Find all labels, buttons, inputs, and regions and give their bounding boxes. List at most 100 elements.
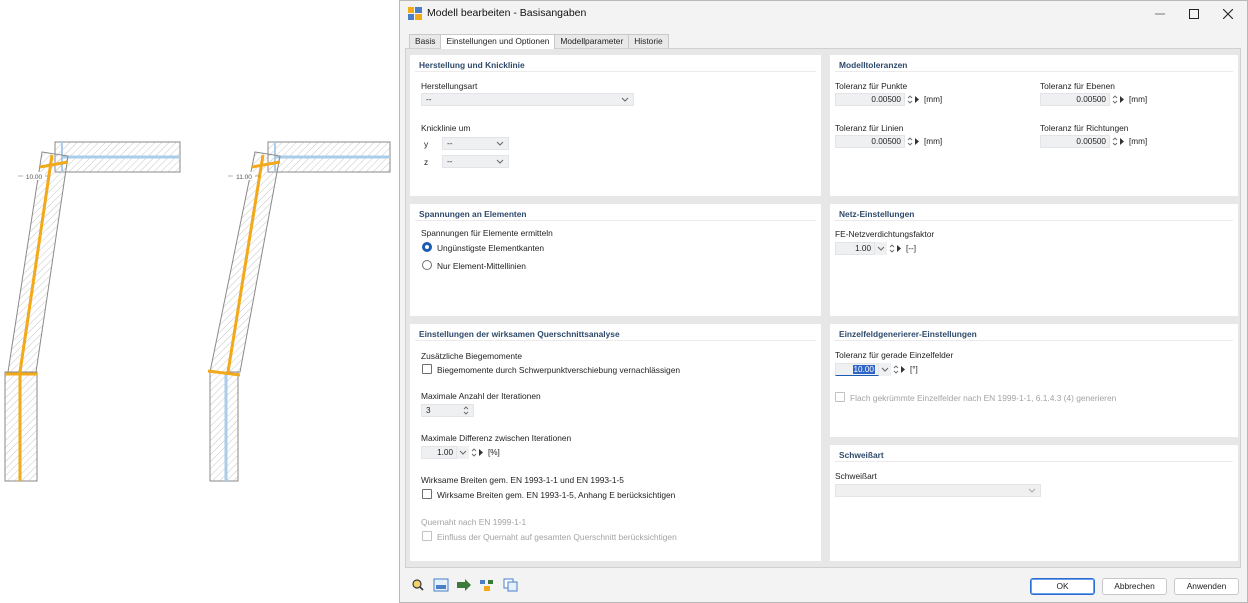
tol-linien-input[interactable]: 0.00500 — [835, 135, 905, 148]
spin-arrows-icon[interactable] — [892, 363, 906, 376]
spin-arrows-icon[interactable] — [888, 242, 902, 255]
breiten-checkbox-label[interactable]: Wirksame Breiten gem. EN 1993-1-5, Anhan… — [437, 490, 675, 500]
panel-netz: Netz-Einstellungen FE-Netzverdichtungsfa… — [830, 204, 1238, 316]
panel-title: Schweißart — [839, 450, 884, 460]
panel-title: Spannungen an Elementen — [419, 209, 527, 219]
tol-richtungen-input[interactable]: 0.00500 — [1040, 135, 1110, 148]
radio-ungunstigste[interactable] — [422, 242, 432, 252]
panel-title: Einstellungen der wirksamen Querschnitts… — [419, 329, 620, 339]
tab-historie[interactable]: Historie — [628, 34, 669, 48]
tol-linien-label: Toleranz für Linien — [835, 123, 904, 133]
maximize-button[interactable] — [1181, 4, 1207, 23]
apply-button[interactable]: Anwenden — [1174, 578, 1239, 595]
units-icon[interactable] — [433, 578, 449, 592]
chevron-down-icon[interactable] — [875, 242, 887, 255]
iterationen-input[interactable]: 3 — [421, 404, 474, 417]
breiten-label: Wirksame Breiten gem. EN 1993-1-1 und EN… — [421, 475, 624, 485]
tol-punkte-unit: [mm] — [924, 95, 943, 104]
netzfaktor-input[interactable]: 1.00 — [835, 242, 875, 255]
quernaht-label: Quernaht nach EN 1999-1-1 — [421, 517, 527, 527]
frame-corner-illustration: 10.00 11.00 — [4, 141, 391, 482]
tol-ebenen-label: Toleranz für Ebenen — [1040, 81, 1115, 91]
panel-toleranzen: Modelltoleranzen Toleranz für Punkte 0.0… — [830, 55, 1238, 196]
chevron-down-icon — [496, 141, 504, 146]
herstellungsart-select[interactable]: -- — [421, 93, 634, 106]
differenz-unit: [%] — [488, 448, 500, 457]
panel-title: Modelltoleranzen — [839, 60, 908, 70]
tol-punkte-label: Toleranz für Punkte — [835, 81, 908, 91]
minimize-icon — [1155, 13, 1165, 14]
right-frame-figure: 11.00 — [207, 141, 391, 482]
panel-schweissart: Schweißart Schweißart — [830, 445, 1238, 561]
knicklinie-y-select[interactable]: -- — [442, 137, 509, 150]
ok-button[interactable]: OK — [1030, 578, 1095, 595]
quernaht-checkbox[interactable] — [422, 531, 432, 541]
tab-content: Herstellung und Knicklinie Herstellungsa… — [405, 48, 1241, 568]
window-title: Modell bearbeiten - Basisangaben — [427, 7, 587, 19]
spin-arrows-icon[interactable] — [1111, 93, 1125, 106]
spin-arrows-icon[interactable] — [906, 135, 920, 148]
panel-title: Herstellung und Knicklinie — [419, 60, 525, 70]
panel-title: Netz-Einstellungen — [839, 209, 915, 219]
tol-richtungen-label: Toleranz für Richtungen — [1040, 123, 1129, 133]
close-button[interactable] — [1215, 4, 1241, 23]
spin-arrows-icon[interactable] — [906, 93, 920, 106]
radio-mittellinien-label[interactable]: Nur Element-Mittellinien — [437, 261, 526, 271]
einzelfeld-tol-input[interactable]: 10.00 — [835, 363, 879, 376]
tol-ebenen-unit: [mm] — [1129, 95, 1148, 104]
knicklinie-z-select[interactable]: -- — [442, 155, 509, 168]
copy-model-icon[interactable] — [503, 578, 519, 592]
flach-checkbox-label[interactable]: Flach gekrümmte Einzelfelder nach EN 199… — [850, 393, 1116, 403]
panel-einzelfeld: Einzelfeldgenerierer-Einstellungen Toler… — [830, 324, 1238, 437]
chevron-down-icon — [496, 159, 504, 164]
biegemomente-checkbox[interactable] — [422, 364, 432, 374]
einzelfeld-tol-label: Toleranz für gerade Einzelfelder — [835, 350, 954, 360]
cancel-button[interactable]: Abbrechen — [1102, 578, 1167, 595]
tab-bar: Basis Einstellungen und Optionen Modellp… — [409, 34, 669, 49]
differenz-input[interactable]: 1.00 — [421, 446, 457, 459]
panel-title: Einzelfeldgenerierer-Einstellungen — [839, 329, 977, 339]
netzfaktor-unit: [--] — [906, 244, 917, 253]
chevron-down-icon — [621, 97, 629, 102]
chevron-down-icon — [1028, 488, 1036, 493]
biegemomente-checkbox-label[interactable]: Biegemomente durch Schwerpunktverschiebu… — [437, 365, 680, 375]
tol-linien-unit: [mm] — [924, 137, 943, 146]
tab-modellparameter[interactable]: Modellparameter — [554, 34, 630, 48]
quernaht-checkbox-label[interactable]: Einfluss der Quernaht auf gesamten Quers… — [437, 532, 677, 542]
tol-richtungen-unit: [mm] — [1129, 137, 1148, 146]
spin-arrows-icon[interactable] — [1111, 135, 1125, 148]
app-icon — [408, 7, 422, 20]
search-icon[interactable] — [410, 578, 426, 592]
dim-label-left: 10.00 — [26, 174, 43, 181]
herstellungsart-label: Herstellungsart — [421, 81, 478, 91]
close-icon — [1223, 8, 1233, 19]
spannungen-heading: Spannungen für Elemente ermitteln — [421, 228, 553, 238]
z-axis-label: z — [424, 157, 429, 167]
differenz-label: Maximale Differenz zwischen Iterationen — [421, 433, 572, 443]
panel-spannungen: Spannungen an Elementen Spannungen für E… — [410, 204, 821, 316]
minimize-button[interactable] — [1147, 4, 1173, 23]
tab-einstellungen[interactable]: Einstellungen und Optionen — [440, 34, 556, 49]
radio-ungunstigste-label[interactable]: Ungünstigste Elementkanten — [437, 243, 544, 253]
y-axis-label: y — [424, 139, 429, 149]
radio-mittellinien[interactable] — [422, 260, 432, 270]
tab-basis[interactable]: Basis — [409, 34, 442, 48]
knicklinie-label: Knicklinie um — [421, 123, 471, 133]
spin-arrows-icon[interactable] — [470, 446, 484, 459]
bottom-bar: OK Abbrechen Anwenden — [400, 569, 1247, 602]
zus-biegemomente-label: Zusätzliche Biegemomente — [421, 351, 523, 361]
arrow-select-icon[interactable] — [456, 578, 472, 592]
tol-ebenen-input[interactable]: 0.00500 — [1040, 93, 1110, 106]
flach-checkbox[interactable] — [835, 392, 845, 402]
model-tree-icon[interactable] — [479, 578, 495, 592]
spinner-icon — [463, 406, 469, 415]
maximize-icon — [1189, 8, 1199, 19]
iterationen-label: Maximale Anzahl der Iterationen — [421, 391, 541, 401]
einzelfeld-tol-unit: [°] — [910, 365, 918, 374]
tol-punkte-input[interactable]: 0.00500 — [835, 93, 905, 106]
edit-model-dialog: Modell bearbeiten - Basisangaben Basis E… — [399, 0, 1248, 603]
breiten-checkbox[interactable] — [422, 489, 432, 499]
chevron-down-icon[interactable] — [879, 363, 891, 376]
schweissart-select[interactable] — [835, 484, 1041, 497]
chevron-down-icon[interactable] — [457, 446, 469, 459]
